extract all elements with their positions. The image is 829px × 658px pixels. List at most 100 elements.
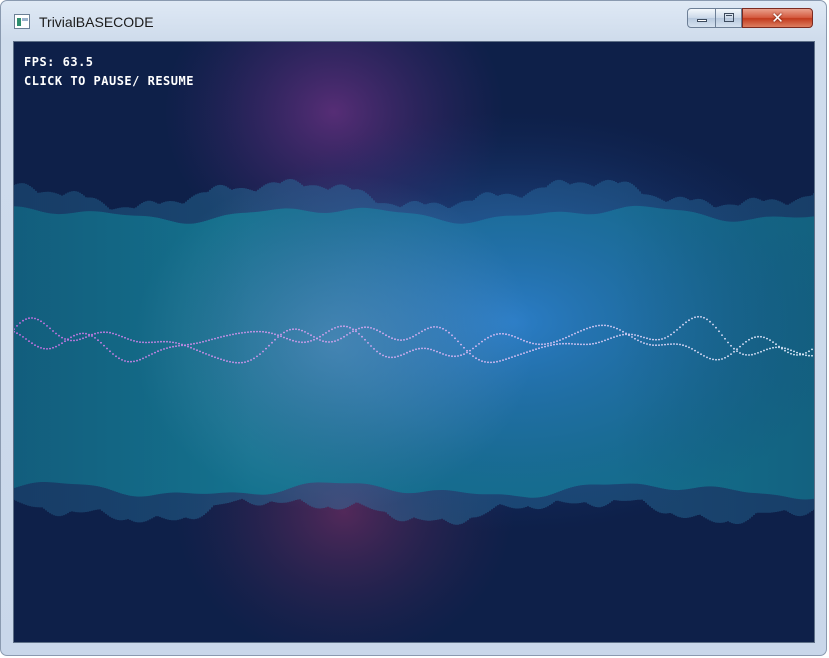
wave-dot bbox=[250, 330, 252, 333]
wave-dot bbox=[421, 330, 423, 333]
wave-dot bbox=[592, 342, 594, 345]
minimize-icon bbox=[697, 19, 707, 22]
edge-fade bbox=[14, 42, 814, 642]
wave-dot bbox=[490, 335, 492, 337]
wave-dot bbox=[727, 355, 729, 358]
wave-dot bbox=[259, 330, 261, 333]
wave-dot bbox=[709, 357, 711, 360]
wave-dot bbox=[658, 344, 660, 346]
wave-dot bbox=[652, 338, 654, 341]
wave-dot bbox=[322, 333, 324, 336]
wave-dot bbox=[490, 361, 492, 364]
wave-dot bbox=[649, 343, 651, 346]
window-title: TrivialBASECODE bbox=[39, 14, 154, 30]
wave-dot bbox=[562, 338, 564, 340]
wave-dot bbox=[19, 334, 21, 336]
wave-dot bbox=[352, 330, 354, 333]
wave-dot bbox=[256, 330, 258, 333]
wave-dot bbox=[34, 344, 36, 346]
wave-dot bbox=[94, 332, 96, 335]
wave-dot bbox=[514, 336, 516, 338]
wave-dot bbox=[751, 337, 753, 340]
wave-dot bbox=[202, 340, 204, 343]
wave-dot bbox=[175, 342, 177, 344]
wave-dot bbox=[742, 343, 744, 345]
wave-dot bbox=[238, 361, 240, 364]
wave-dot bbox=[604, 324, 606, 327]
wave-dot bbox=[292, 339, 294, 342]
app-icon[interactable] bbox=[14, 14, 30, 29]
wave-dot bbox=[547, 342, 549, 345]
wave-dot bbox=[94, 337, 96, 339]
wave-dot bbox=[199, 350, 201, 353]
wave-dot bbox=[493, 334, 495, 336]
wave-dot bbox=[187, 345, 189, 348]
wave-dot bbox=[415, 334, 417, 336]
wave-dot bbox=[580, 330, 582, 332]
wave-dot bbox=[523, 352, 525, 354]
wave-dot bbox=[685, 345, 687, 348]
wave-dot bbox=[274, 338, 276, 341]
wave-dot bbox=[529, 341, 531, 344]
wave-dot bbox=[70, 339, 72, 342]
wave-dot bbox=[178, 342, 180, 345]
wave-dot bbox=[511, 334, 513, 337]
wave-dot bbox=[70, 336, 72, 339]
wave-dot bbox=[64, 338, 66, 340]
wave-dot bbox=[64, 340, 66, 343]
wave-dot bbox=[121, 359, 123, 361]
wave-dot bbox=[223, 335, 225, 338]
wave-dot bbox=[124, 360, 126, 362]
wave-dot bbox=[304, 331, 306, 333]
wave-dot bbox=[16, 332, 18, 335]
title-bar[interactable]: TrivialBASECODE ✕ bbox=[1, 1, 826, 41]
wave-dot bbox=[754, 336, 756, 339]
wave-dot bbox=[517, 354, 519, 356]
wave-dot bbox=[691, 317, 693, 320]
wave-dot bbox=[229, 334, 231, 336]
wave-dot bbox=[763, 336, 765, 339]
wave-dot bbox=[403, 339, 405, 341]
wave-dot bbox=[535, 343, 537, 345]
wave-dot bbox=[250, 359, 252, 361]
wave-dot bbox=[655, 338, 657, 341]
wave-dot bbox=[418, 332, 420, 334]
wave-dot bbox=[370, 345, 372, 347]
minimize-button[interactable] bbox=[687, 8, 716, 28]
visualizer-canvas[interactable]: FPS: 63.5 CLICK TO PAUSE/ RESUME bbox=[13, 41, 815, 643]
wave-dot bbox=[511, 356, 513, 358]
wave-dot bbox=[448, 331, 450, 334]
wave-dot bbox=[709, 320, 711, 323]
wave-dot bbox=[550, 344, 552, 347]
wave-dot bbox=[301, 341, 303, 344]
wave-dot bbox=[622, 333, 624, 336]
maximize-button[interactable] bbox=[715, 8, 742, 28]
wave-dot bbox=[382, 354, 384, 357]
wave-dot bbox=[445, 329, 447, 332]
wave-dot bbox=[571, 334, 573, 336]
wave-dot bbox=[364, 326, 366, 329]
wave-dot bbox=[40, 347, 42, 349]
wave-dot bbox=[166, 347, 168, 349]
wave-dot bbox=[127, 338, 129, 340]
wave-dot bbox=[619, 334, 621, 337]
wave-dot bbox=[421, 347, 423, 350]
wave-dot bbox=[583, 328, 585, 331]
wave-dot bbox=[406, 351, 408, 354]
wave-dot bbox=[55, 345, 57, 348]
wave-dot bbox=[376, 329, 378, 332]
wave-dot bbox=[310, 334, 312, 337]
wave-dot bbox=[718, 330, 720, 333]
wave-dot bbox=[343, 325, 345, 328]
wave-dot bbox=[319, 335, 321, 338]
wave-dot bbox=[355, 330, 357, 333]
wave-dot bbox=[22, 319, 24, 322]
close-button[interactable]: ✕ bbox=[742, 8, 813, 28]
wave-dot bbox=[469, 352, 471, 355]
wave-dot bbox=[316, 337, 318, 340]
wave-dot bbox=[475, 345, 477, 348]
wave-dot bbox=[484, 338, 486, 341]
wave-dot bbox=[739, 352, 741, 354]
wave-dot bbox=[292, 328, 294, 331]
wave-dot bbox=[358, 333, 360, 335]
